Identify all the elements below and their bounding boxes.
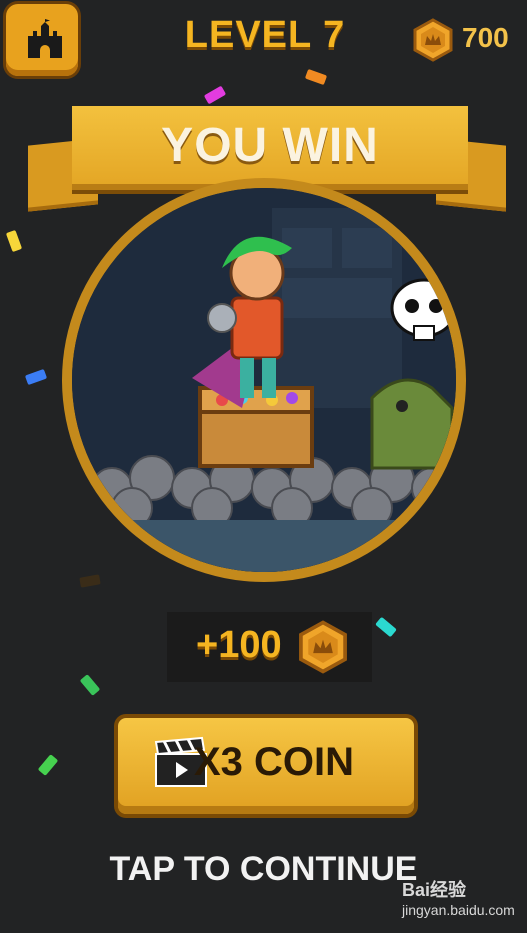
home-button[interactable] [6,4,78,76]
game-scene [72,188,456,572]
coin-balance: 700 [462,22,509,53]
coin-icon [413,18,453,62]
watermark-url: jingyan.baidu.com [402,902,515,918]
reward-amount: +100 [196,624,282,666]
castle-icon [28,19,62,58]
confetti-piece [24,368,48,386]
level-title: LEVEL 7 [184,14,346,56]
coin-icon [299,620,347,674]
confetti-piece [304,68,328,86]
confetti-piece [79,574,101,588]
x3-coin-label: X3 COIN [194,740,355,784]
confetti-piece [203,85,227,105]
watermark-brand: Bai经验 [402,880,467,900]
confetti-piece [79,674,101,696]
confetti-piece [5,229,23,253]
confetti-piece [375,616,397,638]
win-title: YOU WIN [161,119,379,172]
confetti-piece [37,754,59,776]
watermark: Bai经验 jingyan.baidu.com [402,876,515,918]
scene-illustration [72,188,456,572]
